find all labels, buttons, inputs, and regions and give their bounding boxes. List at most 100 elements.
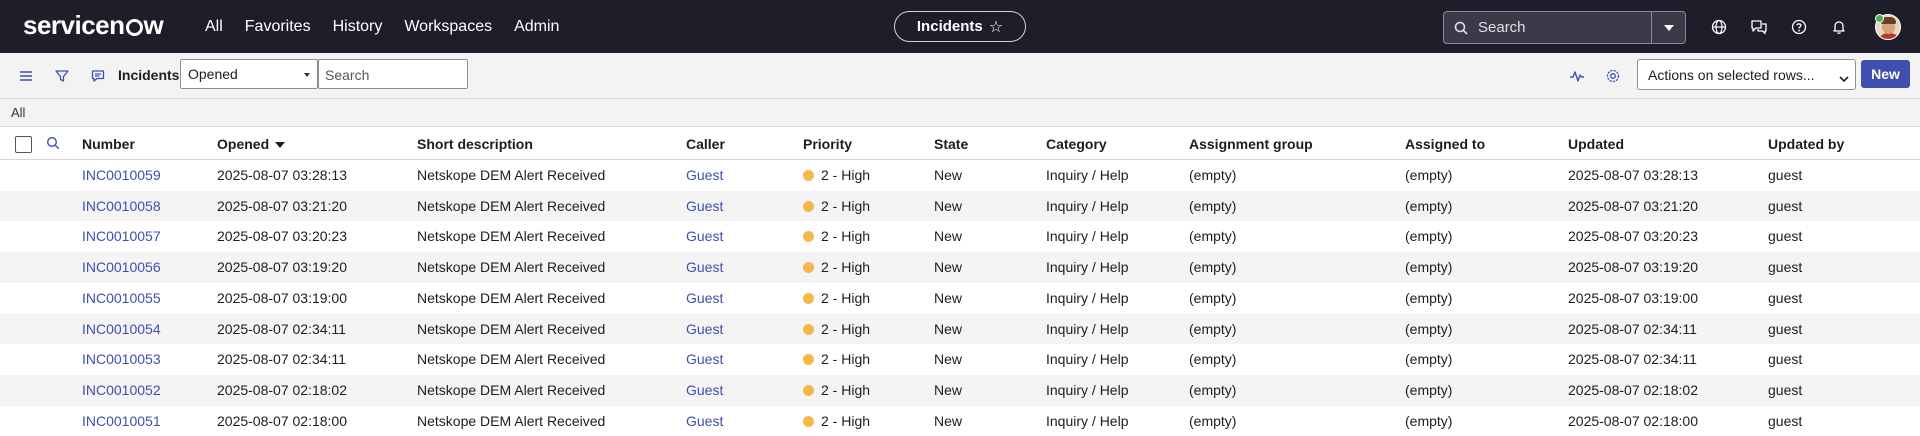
table-row[interactable]: INC0010053 2025-08-07 02:34:11 Netskope DE… — [0, 344, 1920, 375]
assigned-to-cell: (empty) — [1405, 351, 1453, 368]
column-header-updated[interactable]: Updated — [1568, 136, 1624, 152]
bell-icon[interactable] — [1829, 17, 1849, 37]
state-cell: New — [934, 167, 963, 183]
table-row[interactable]: INC0010056 2025-08-07 03:19:20 Netskope DE… — [0, 252, 1920, 283]
global-search-input[interactable]: Search — [1478, 19, 1651, 36]
table-row[interactable]: INC0010054 2025-08-07 02:34:11 Netskope DE… — [0, 313, 1920, 345]
select-all-checkbox[interactable] — [15, 136, 32, 153]
chat-icon[interactable] — [1749, 17, 1769, 37]
list-search-input[interactable]: Search — [318, 59, 468, 89]
top-header: servicenow servicenw All Favorites Histo… — [0, 0, 1920, 53]
search-field-select[interactable]: Opened — [180, 59, 318, 89]
priority-label: 2 - High — [821, 289, 871, 306]
incident-number-link[interactable]: INC0010051 — [82, 413, 161, 429]
context-pill[interactable]: Incidents ☆ — [894, 11, 1026, 42]
table-row[interactable]: INC0010057 2025-08-07 03:20:23 Netskope DE… — [0, 221, 1920, 252]
short-description-cell: Netskope DEM Alert Received — [417, 381, 606, 398]
table-row[interactable]: INC0010052 2025-08-07 02:18:02 Netskope DE… — [0, 374, 1920, 406]
short-description-cell: Netskope DEM Alert Received — [417, 167, 606, 183]
star-icon[interactable]: ☆ — [989, 17, 1003, 37]
priority-dot-icon — [803, 200, 814, 212]
caller-link[interactable]: Guest — [686, 382, 723, 398]
updated-cell: 2025-08-07 03:20:23 — [1568, 228, 1698, 245]
priority-cell: 2 - High — [803, 228, 870, 244]
category-cell: Inquiry / Help — [1046, 412, 1129, 429]
category-cell: Inquiry / Help — [1046, 381, 1129, 398]
state-cell: New — [934, 320, 963, 337]
priority-label: 2 - High — [821, 320, 871, 337]
servicenow-logo[interactable]: servicenow servicenw — [23, 10, 164, 40]
gear-icon[interactable] — [1603, 66, 1623, 86]
nav-workspaces[interactable]: Workspaces — [393, 0, 503, 53]
column-header-state[interactable]: State — [934, 136, 968, 152]
filter-icon[interactable] — [52, 66, 72, 86]
priority-cell: 2 - High — [803, 167, 870, 183]
globe-icon[interactable] — [1709, 17, 1729, 37]
search-icon[interactable] — [46, 136, 62, 152]
new-button[interactable]: New — [1861, 60, 1910, 88]
state-cell: New — [934, 351, 963, 368]
column-header-assigned-to[interactable]: Assigned to — [1405, 136, 1485, 152]
assignment-group-cell: (empty) — [1189, 259, 1237, 276]
assignment-group-cell: (empty) — [1189, 351, 1237, 368]
state-cell: New — [934, 197, 963, 214]
comment-icon[interactable] — [88, 66, 108, 86]
column-header-category[interactable]: Category — [1046, 136, 1107, 152]
priority-label: 2 - High — [821, 412, 871, 429]
caller-link[interactable]: Guest — [686, 321, 723, 337]
table-row[interactable]: INC0010051 2025-08-07 02:18:00 Netskope DE… — [0, 406, 1920, 436]
updated-by-cell: guest — [1768, 381, 1803, 398]
column-header-caller[interactable]: Caller — [686, 136, 725, 152]
incident-number-link[interactable]: INC0010058 — [82, 198, 161, 214]
sort-descending-icon — [275, 142, 286, 148]
state-cell: New — [934, 289, 963, 306]
table-row[interactable]: INC0010058 2025-08-07 03:21:20 Netskope DE… — [0, 190, 1920, 222]
chevron-down-icon — [304, 73, 310, 77]
column-header-updated-by[interactable]: Updated by — [1768, 136, 1844, 152]
incident-number-link[interactable]: INC0010056 — [82, 259, 161, 275]
column-header-assignment-group[interactable]: Assignment group — [1189, 136, 1313, 152]
incident-number-link[interactable]: INC0010054 — [82, 321, 161, 337]
caller-link[interactable]: Guest — [686, 259, 723, 275]
global-search[interactable]: Search — [1443, 11, 1686, 44]
incident-number-link[interactable]: INC0010053 — [82, 351, 161, 367]
opened-cell: 2025-08-07 02:34:11 — [217, 351, 346, 368]
chevron-down-icon[interactable] — [1651, 12, 1685, 43]
caller-link[interactable]: Guest — [686, 228, 723, 244]
nav-all[interactable]: All — [205, 0, 234, 53]
help-icon[interactable] — [1789, 17, 1809, 37]
caller-link[interactable]: Guest — [686, 351, 723, 367]
breadcrumb-all[interactable]: All — [11, 105, 25, 120]
column-header-priority[interactable]: Priority — [803, 136, 852, 152]
table-row[interactable]: INC0010059 2025-08-07 03:28:13 Netskope DE… — [0, 160, 1920, 191]
nav-admin[interactable]: Admin — [503, 0, 570, 53]
caller-link[interactable]: Guest — [686, 198, 723, 214]
priority-cell: 2 - High — [803, 351, 870, 367]
menu-icon[interactable] — [16, 66, 36, 86]
priority-cell: 2 - High — [803, 198, 870, 214]
updated-by-cell: guest — [1768, 320, 1803, 337]
opened-cell: 2025-08-07 02:34:11 — [217, 320, 346, 337]
caller-link[interactable]: Guest — [686, 167, 723, 183]
pulse-icon[interactable] — [1567, 66, 1587, 86]
assigned-to-cell: (empty) — [1405, 289, 1453, 306]
caller-link[interactable]: Guest — [686, 290, 723, 306]
column-header-opened[interactable]: Opened — [217, 136, 286, 152]
incident-number-link[interactable]: INC0010059 — [82, 167, 161, 183]
opened-cell: 2025-08-07 03:19:20 — [217, 259, 347, 276]
column-header-short-description[interactable]: Short description — [417, 136, 533, 152]
incident-number-link[interactable]: INC0010052 — [82, 382, 161, 398]
column-header-number[interactable]: Number — [82, 136, 135, 152]
actions-on-selected-rows-select[interactable]: Actions on selected rows... — [1637, 59, 1856, 90]
search-icon — [1444, 21, 1478, 35]
table-row[interactable]: INC0010055 2025-08-07 03:19:00 Netskope DE… — [0, 283, 1920, 314]
updated-cell: 2025-08-07 02:18:00 — [1568, 412, 1698, 429]
nav-favorites[interactable]: Favorites — [234, 0, 322, 53]
incident-number-link[interactable]: INC0010055 — [82, 290, 161, 306]
incident-number-link[interactable]: INC0010057 — [82, 228, 161, 244]
category-cell: Inquiry / Help — [1046, 351, 1129, 368]
main-nav: All Favorites History Workspaces Admin — [205, 0, 570, 53]
nav-history[interactable]: History — [322, 0, 394, 53]
table-header: Number Opened Short description Caller P… — [0, 128, 1920, 160]
caller-link[interactable]: Guest — [686, 413, 723, 429]
